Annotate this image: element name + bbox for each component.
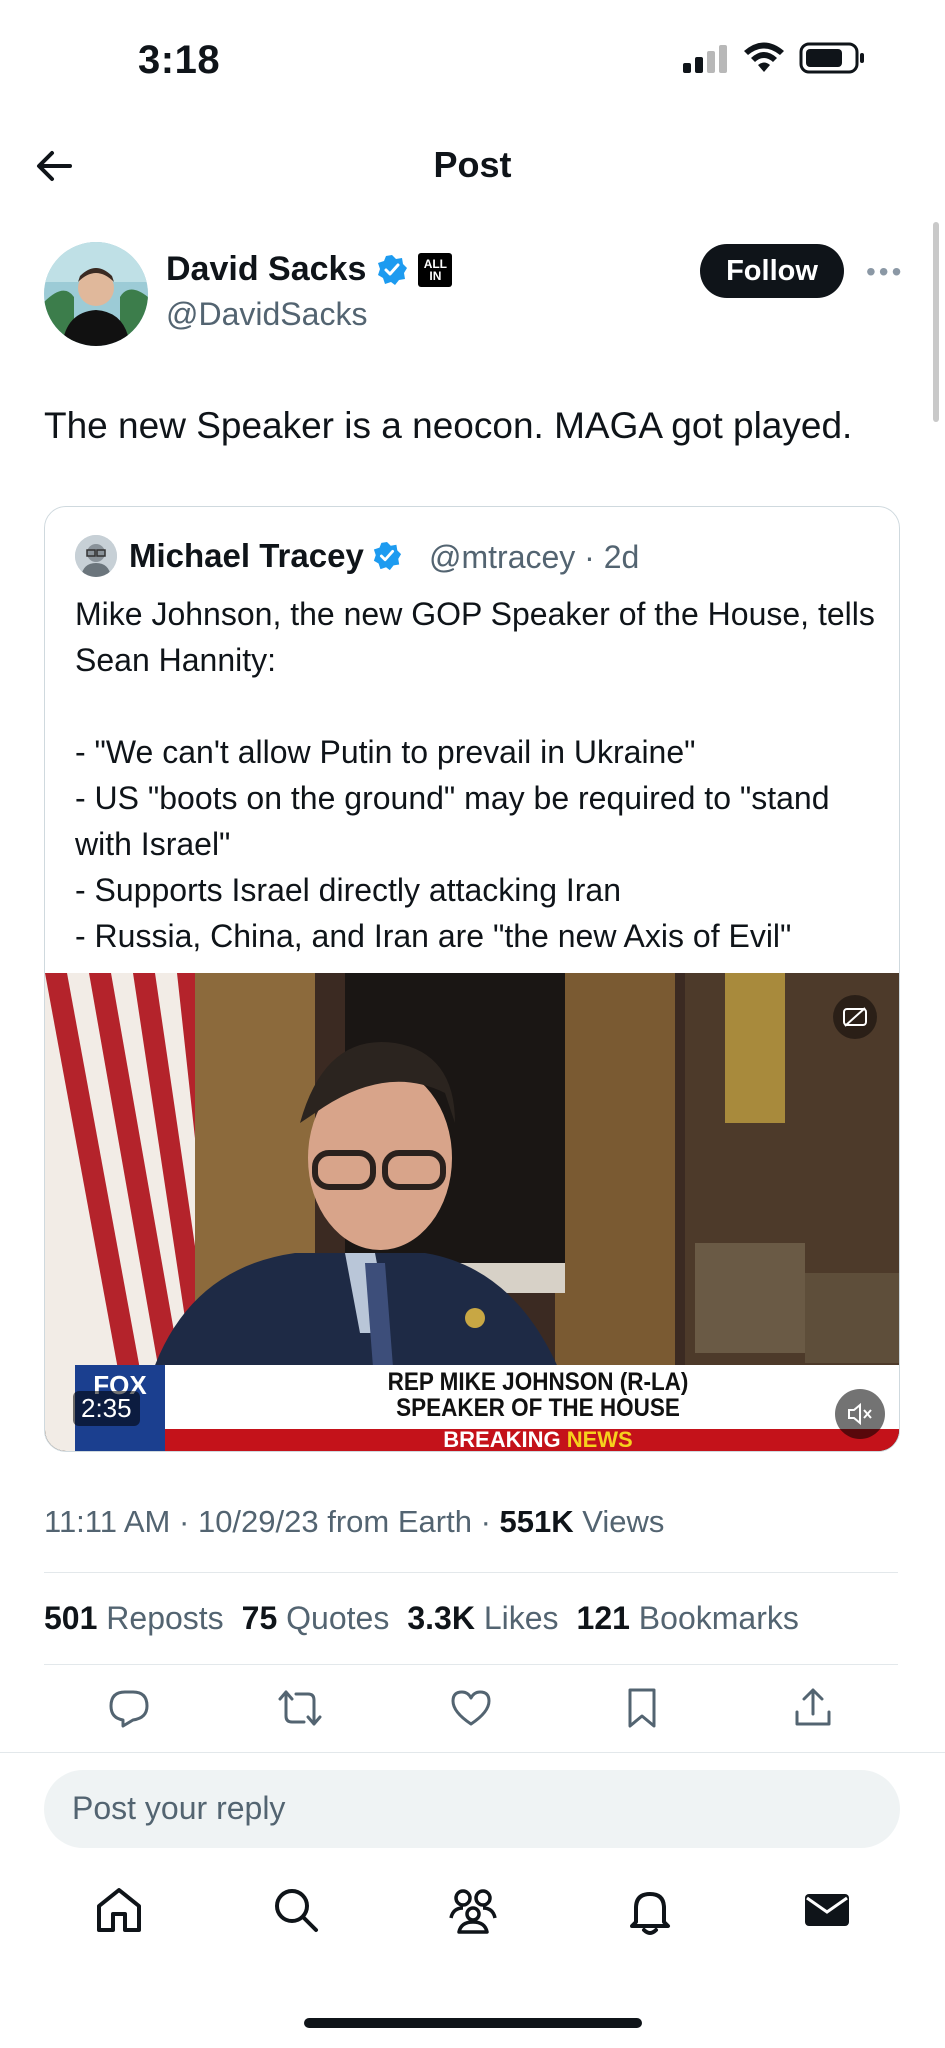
share-icon[interactable]	[789, 1684, 837, 1732]
quote-meta: @mtracey · 2d	[429, 539, 640, 575]
action-bar	[44, 1684, 898, 1732]
avatar-photo-icon	[44, 242, 148, 346]
wifi-icon	[744, 42, 784, 72]
bookmark-icon[interactable]	[618, 1684, 666, 1732]
cellular-signal-icon	[683, 45, 727, 73]
page-title: Post	[433, 144, 512, 185]
scrollbar[interactable]	[933, 222, 939, 422]
author-name[interactable]: David Sacks	[166, 250, 366, 289]
author-avatar[interactable]	[44, 242, 148, 346]
status-icons	[683, 42, 865, 74]
quoted-post-card[interactable]: Michael Tracey @mtracey · 2d Mike Johnso…	[44, 506, 900, 1452]
quote-avatar[interactable]	[75, 535, 117, 577]
reply-icon[interactable]	[105, 1684, 153, 1732]
cc-icon	[843, 1007, 867, 1027]
messages-icon[interactable]	[797, 1880, 857, 1940]
post-text: The new Speaker is a neocon. MAGA got pl…	[44, 405, 853, 446]
reply-input[interactable]: Post your reply	[44, 1770, 900, 1848]
captions-icon[interactable]	[833, 995, 877, 1039]
stat-bookmarks[interactable]: 121 Bookmarks	[577, 1600, 799, 1637]
status-time: 3:18	[138, 38, 221, 82]
stat-reposts[interactable]: 501 Reposts	[44, 1600, 224, 1637]
divider	[44, 1664, 898, 1665]
quote-text: Mike Johnson, the new GOP Speaker of the…	[75, 596, 875, 954]
reply-placeholder: Post your reply	[72, 1790, 286, 1826]
verified-badge-icon	[373, 541, 401, 571]
bottom-nav	[0, 1880, 945, 1940]
repost-icon[interactable]	[276, 1684, 324, 1732]
chyron: REP MIKE JOHNSON (R-LA) SPEAKER OF THE H…	[165, 1365, 899, 1429]
stat-quotes[interactable]: 75 Quotes	[242, 1600, 390, 1637]
divider	[44, 1572, 898, 1573]
affiliation-badge[interactable]: ALL IN	[418, 252, 453, 287]
search-icon[interactable]	[266, 1880, 326, 1940]
quote-handle: @mtracey	[429, 539, 576, 575]
engagement-stats: 501 Reposts 75 Quotes 3.3K Likes 121 Boo…	[44, 1600, 799, 1637]
post-timestamp: 11:11 AM · 10/29/23 from Earth · 551K Vi…	[44, 1504, 665, 1539]
verified-badge-icon	[378, 254, 408, 285]
breaking-label: BREAKING	[443, 1427, 561, 1451]
like-icon[interactable]	[447, 1684, 495, 1732]
stat-likes[interactable]: 3.3K Likes	[407, 1600, 558, 1637]
home-icon[interactable]	[89, 1880, 149, 1940]
communities-icon[interactable]	[443, 1880, 503, 1940]
battery-icon	[799, 42, 864, 74]
avatar-photo-icon	[75, 535, 117, 577]
video-player[interactable]: FOX REP MIKE JOHNSON (R-LA) SPEAKER OF T…	[45, 973, 899, 1451]
breaking-news-bar: BREAKING NEWS	[165, 1429, 899, 1451]
quote-author-row[interactable]: Michael Tracey	[129, 537, 402, 575]
chyron-line-2: SPEAKER OF THE HOUSE	[396, 1394, 680, 1422]
follow-button[interactable]: Follow	[700, 244, 844, 298]
mute-icon[interactable]	[835, 1389, 885, 1439]
news-label: NEWS	[566, 1427, 633, 1451]
quote-author-name[interactable]: Michael Tracey	[129, 537, 364, 575]
more-options-icon[interactable]: •••	[866, 256, 904, 288]
author-handle[interactable]: @DavidSacks	[166, 296, 367, 333]
chyron-line-1: REP MIKE JOHNSON (R-LA)	[387, 1368, 689, 1396]
speaker-muted-icon	[848, 1402, 872, 1426]
video-duration: 2:35	[73, 1391, 140, 1426]
views-count: 551K	[499, 1504, 574, 1539]
divider	[0, 1752, 945, 1753]
notifications-icon[interactable]	[620, 1880, 680, 1940]
author-name-row[interactable]: David Sacks ALL IN	[166, 250, 453, 289]
home-indicator[interactable]	[304, 2018, 642, 2028]
quote-age: 2d	[603, 539, 640, 575]
